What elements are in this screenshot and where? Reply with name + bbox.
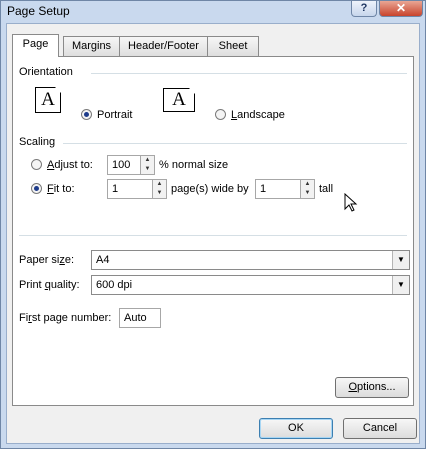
adjust-percent-input[interactable]: 100	[107, 155, 141, 175]
help-button[interactable]: ?	[351, 1, 377, 17]
adjust-to-radio[interactable]	[31, 159, 42, 170]
label-part: Portrait	[97, 109, 133, 121]
label-part: Paper si	[19, 254, 60, 266]
adjust-percent-spinner[interactable]: ▲ ▼	[140, 155, 155, 175]
first-page-number-input[interactable]: Auto	[119, 308, 161, 328]
tab-label: Margins	[71, 40, 112, 52]
fit-tall-input[interactable]: 1	[255, 179, 301, 199]
spin-up-icon[interactable]: ▲	[301, 180, 314, 189]
paper-size-label: Paper size:	[19, 254, 74, 266]
fit-wide-input[interactable]: 1	[107, 179, 153, 199]
dialog-client-area: Page Margins Header/Footer Sheet Orienta…	[6, 23, 420, 444]
window-title: Page Setup	[7, 4, 70, 18]
tab-margins[interactable]: Margins	[63, 36, 120, 56]
first-page-number-label: First page number:	[19, 312, 111, 324]
landscape-icon: A	[163, 88, 195, 112]
title-bar[interactable]: Page Setup ? ✕	[1, 1, 425, 23]
fit-tall-spinner[interactable]: ▲ ▼	[300, 179, 315, 199]
close-button[interactable]: ✕	[379, 1, 423, 17]
scaling-label: Scaling	[19, 136, 56, 148]
landscape-label[interactable]: Landscape	[231, 109, 285, 121]
close-icon: ✕	[395, 1, 407, 15]
fit-to-radio[interactable]	[31, 183, 42, 194]
print-quality-select[interactable]: 600 dpi ▼	[91, 275, 410, 295]
label-part: Fi	[19, 312, 29, 324]
paper-size-select[interactable]: A4 ▼	[91, 250, 410, 270]
portrait-radio[interactable]	[81, 109, 92, 120]
label-part: st page number:	[31, 312, 112, 324]
fit-wide-spinner[interactable]: ▲ ▼	[152, 179, 167, 199]
label-part: Print	[19, 279, 45, 291]
mouse-cursor-icon	[344, 193, 358, 212]
spin-up-icon[interactable]: ▲	[141, 156, 154, 165]
spin-up-icon[interactable]: ▲	[153, 180, 166, 189]
orientation-divider	[91, 73, 407, 74]
options-button[interactable]: Options...	[335, 377, 409, 398]
page-tab-panel: Orientation A Portrait A Landscape Scali…	[12, 56, 414, 406]
accel-key: F	[47, 183, 54, 195]
cancel-button[interactable]: Cancel	[343, 418, 417, 439]
scaling-divider	[63, 143, 407, 144]
accel-key: O	[348, 381, 358, 393]
print-quality-label: Print quality:	[19, 279, 80, 291]
tab-label: Sheet	[218, 40, 248, 52]
print-quality-value: 600 dpi	[96, 279, 133, 291]
spin-down-icon[interactable]: ▼	[153, 189, 166, 198]
tab-label: Header/Footer	[128, 40, 199, 52]
tab-header-footer[interactable]: Header/Footer	[119, 36, 208, 56]
adjust-to-label[interactable]: Adjust to:	[47, 159, 93, 171]
paper-divider	[19, 235, 407, 236]
chevron-down-icon[interactable]: ▼	[392, 276, 409, 294]
paper-size-value: A4	[96, 254, 110, 266]
pages-wide-label: page(s) wide by	[171, 183, 249, 195]
chevron-down-icon[interactable]: ▼	[392, 251, 409, 269]
spin-down-icon[interactable]: ▼	[301, 189, 314, 198]
orientation-label: Orientation	[19, 66, 73, 78]
label-part: andscape	[237, 109, 285, 121]
label-part: djust to:	[54, 159, 93, 171]
portrait-label[interactable]: Portrait	[97, 109, 132, 121]
tab-page[interactable]: Page	[12, 34, 59, 57]
page-setup-dialog: Page Setup ? ✕ Page Margins Header/Foote…	[0, 0, 426, 449]
ok-button[interactable]: OK	[259, 418, 333, 439]
label-part: e:	[64, 254, 75, 266]
label-part: uality:	[50, 279, 80, 291]
spin-down-icon[interactable]: ▼	[141, 165, 154, 174]
portrait-icon: A	[35, 87, 61, 113]
tab-label: Page	[22, 38, 49, 50]
normal-size-label: % normal size	[159, 159, 229, 171]
tall-label: tall	[319, 183, 334, 195]
fit-to-label[interactable]: Fit to:	[47, 183, 75, 195]
tab-sheet[interactable]: Sheet	[207, 36, 259, 56]
label-part: it to:	[53, 183, 75, 195]
label-part: ptions...	[357, 381, 396, 393]
help-icon: ?	[360, 2, 368, 14]
landscape-radio[interactable]	[215, 109, 226, 120]
